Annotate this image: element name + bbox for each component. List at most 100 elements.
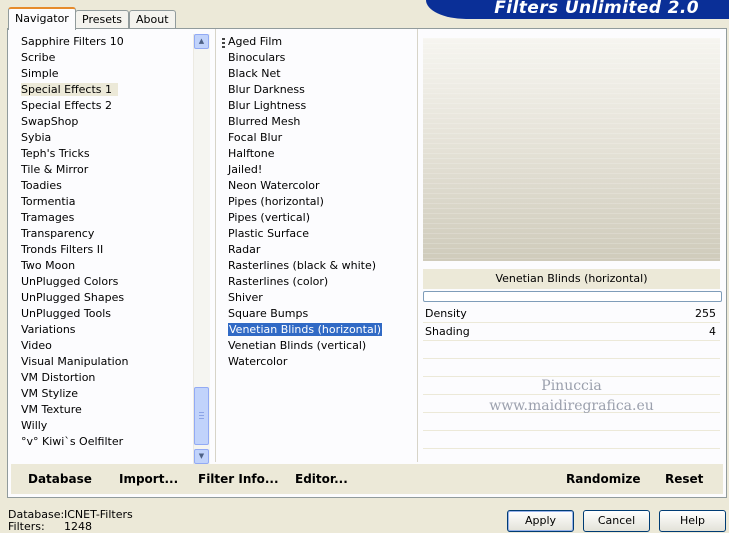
category-item-label: Tramages <box>21 211 75 224</box>
category-item[interactable]: SwapShop <box>15 114 195 130</box>
category-item[interactable]: VM Stylize <box>15 386 195 402</box>
filter-item[interactable]: Pipes (horizontal) <box>220 194 420 210</box>
filter-item-label: Neon Watercolor <box>228 179 320 192</box>
category-item[interactable]: UnPlugged Tools <box>15 306 195 322</box>
category-item-label: VM Distortion <box>21 371 96 384</box>
watermark: Pinuccia www.maidiregrafica.eu <box>423 376 720 416</box>
filter-item[interactable]: Shiver <box>220 290 420 306</box>
category-item-label: SwapShop <box>21 115 79 128</box>
category-item-label: Teph's Tricks <box>21 147 90 160</box>
apply-button[interactable]: Apply <box>507 510 574 532</box>
category-list[interactable]: Sapphire Filters 10 Scribe Simple Special E… <box>15 34 195 450</box>
filter-item-label: Venetian Blinds (vertical) <box>228 339 367 352</box>
filter-item[interactable]: Focal Blur <box>220 130 420 146</box>
database-button[interactable]: Database <box>28 472 92 486</box>
editor-button[interactable]: Editor... <box>295 472 348 486</box>
filter-item[interactable]: Jailed! <box>220 162 420 178</box>
category-item-label: Sapphire Filters 10 <box>21 35 124 48</box>
category-item-label: Special Effects 1 <box>21 83 119 96</box>
help-button[interactable]: Help <box>659 510 726 532</box>
category-item[interactable]: Willy <box>15 418 195 434</box>
filter-item-label: Radar <box>228 243 261 256</box>
filter-item-label: Aged Film <box>228 35 283 48</box>
filter-item-label: Blurred Mesh <box>228 115 301 128</box>
param-row-empty <box>423 431 720 449</box>
category-item[interactable]: Tramages <box>15 210 195 226</box>
category-item[interactable]: Teph's Tricks <box>15 146 195 162</box>
filter-item[interactable]: Binoculars <box>220 50 420 66</box>
filter-item[interactable]: Rasterlines (color) <box>220 274 420 290</box>
divider <box>417 29 418 462</box>
param-row-density[interactable]: Density 255 <box>423 305 720 323</box>
category-item[interactable]: Transparency <box>15 226 195 242</box>
category-item[interactable]: Video <box>15 338 195 354</box>
filter-item[interactable]: Blur Lightness <box>220 98 420 114</box>
import-button[interactable]: Import... <box>119 472 178 486</box>
category-item[interactable]: Tronds Filters II <box>15 242 195 258</box>
category-item[interactable]: Simple <box>15 66 195 82</box>
filter-item[interactable]: Watercolor <box>220 354 420 370</box>
filter-item-label: Blur Darkness <box>228 83 305 96</box>
category-item[interactable]: Scribe <box>15 50 195 66</box>
category-item-label: Scribe <box>21 51 56 64</box>
category-item[interactable]: Two Moon <box>15 258 195 274</box>
filter-item-label: Shiver <box>228 291 263 304</box>
tab-about[interactable]: About <box>129 10 176 28</box>
tab-navigator[interactable]: Navigator <box>8 7 76 30</box>
category-item-label: Two Moon <box>21 259 76 272</box>
filter-item[interactable]: Blurred Mesh <box>220 114 420 130</box>
category-item[interactable]: Tormentia <box>15 194 195 210</box>
filter-item[interactable]: Plastic Surface <box>220 226 420 242</box>
scroll-thumb[interactable] <box>194 387 209 445</box>
cancel-button[interactable]: Cancel <box>583 510 650 532</box>
filters-count: 1248 <box>64 520 92 533</box>
category-item[interactable]: VM Texture <box>15 402 195 418</box>
filter-item[interactable]: Halftone <box>220 146 420 162</box>
filter-item-label: Venetian Blinds (horizontal) <box>226 322 384 337</box>
category-item[interactable]: Sapphire Filters 10 <box>15 34 195 50</box>
reset-button[interactable]: Reset <box>665 472 703 486</box>
category-item[interactable]: Special Effects 2 <box>15 98 195 114</box>
filter-item[interactable]: Blur Darkness <box>220 82 420 98</box>
app-title: Filters Unlimited 2.0 <box>494 0 699 18</box>
filter-item-label: Pipes (vertical) <box>228 211 311 224</box>
filter-name-label: Venetian Blinds (horizontal) <box>423 269 720 289</box>
category-item[interactable]: UnPlugged Colors <box>15 274 195 290</box>
category-item-label: Tile & Mirror <box>21 163 89 176</box>
category-item[interactable]: °v° Kiwi`s Oelfilter <box>15 434 195 450</box>
category-item[interactable]: Variations <box>15 322 195 338</box>
preview-image <box>423 38 720 261</box>
filter-list[interactable]: Aged Film Binoculars Black Net Blur Darknes… <box>220 34 420 370</box>
filter-item[interactable]: Venetian Blinds (horizontal) <box>220 322 420 338</box>
filter-info-button[interactable]: Filter Info... <box>198 472 279 486</box>
category-item[interactable]: Tile & Mirror <box>15 162 195 178</box>
filter-item[interactable]: Venetian Blinds (vertical) <box>220 338 420 354</box>
category-item-label: Sybia <box>21 131 52 144</box>
filter-item[interactable]: Radar <box>220 242 420 258</box>
filter-item[interactable]: Square Bumps <box>220 306 420 322</box>
scroll-up-button[interactable]: ▲ <box>194 34 209 49</box>
filter-item[interactable]: Rasterlines (black & white) <box>220 258 420 274</box>
category-item-label: Tormentia <box>21 195 76 208</box>
category-scrollbar[interactable]: ▲ ▼ <box>193 34 210 464</box>
randomize-button[interactable]: Randomize <box>566 472 640 486</box>
filter-item-label: Square Bumps <box>228 307 309 320</box>
filter-item[interactable]: Black Net <box>220 66 420 82</box>
category-item[interactable]: Toadies <box>15 178 195 194</box>
category-item-label: Variations <box>21 323 76 336</box>
filter-item-label: Binoculars <box>228 51 286 64</box>
filter-item[interactable]: Pipes (vertical) <box>220 210 420 226</box>
category-item[interactable]: VM Distortion <box>15 370 195 386</box>
category-item[interactable]: Special Effects 1 <box>15 82 195 98</box>
category-item[interactable]: UnPlugged Shapes <box>15 290 195 306</box>
category-item-label: Tronds Filters II <box>21 243 104 256</box>
tab-presets[interactable]: Presets <box>75 10 130 28</box>
scroll-down-button[interactable]: ▼ <box>194 449 209 464</box>
category-item[interactable]: Sybia <box>15 130 195 146</box>
category-item[interactable]: Visual Manipulation <box>15 354 195 370</box>
param-value: 4 <box>709 325 716 338</box>
filter-item[interactable]: Aged Film <box>220 34 420 50</box>
param-row-shading[interactable]: Shading 4 <box>423 323 720 341</box>
filter-item[interactable]: Neon Watercolor <box>220 178 420 194</box>
filter-item-label: Rasterlines (black & white) <box>228 259 377 272</box>
